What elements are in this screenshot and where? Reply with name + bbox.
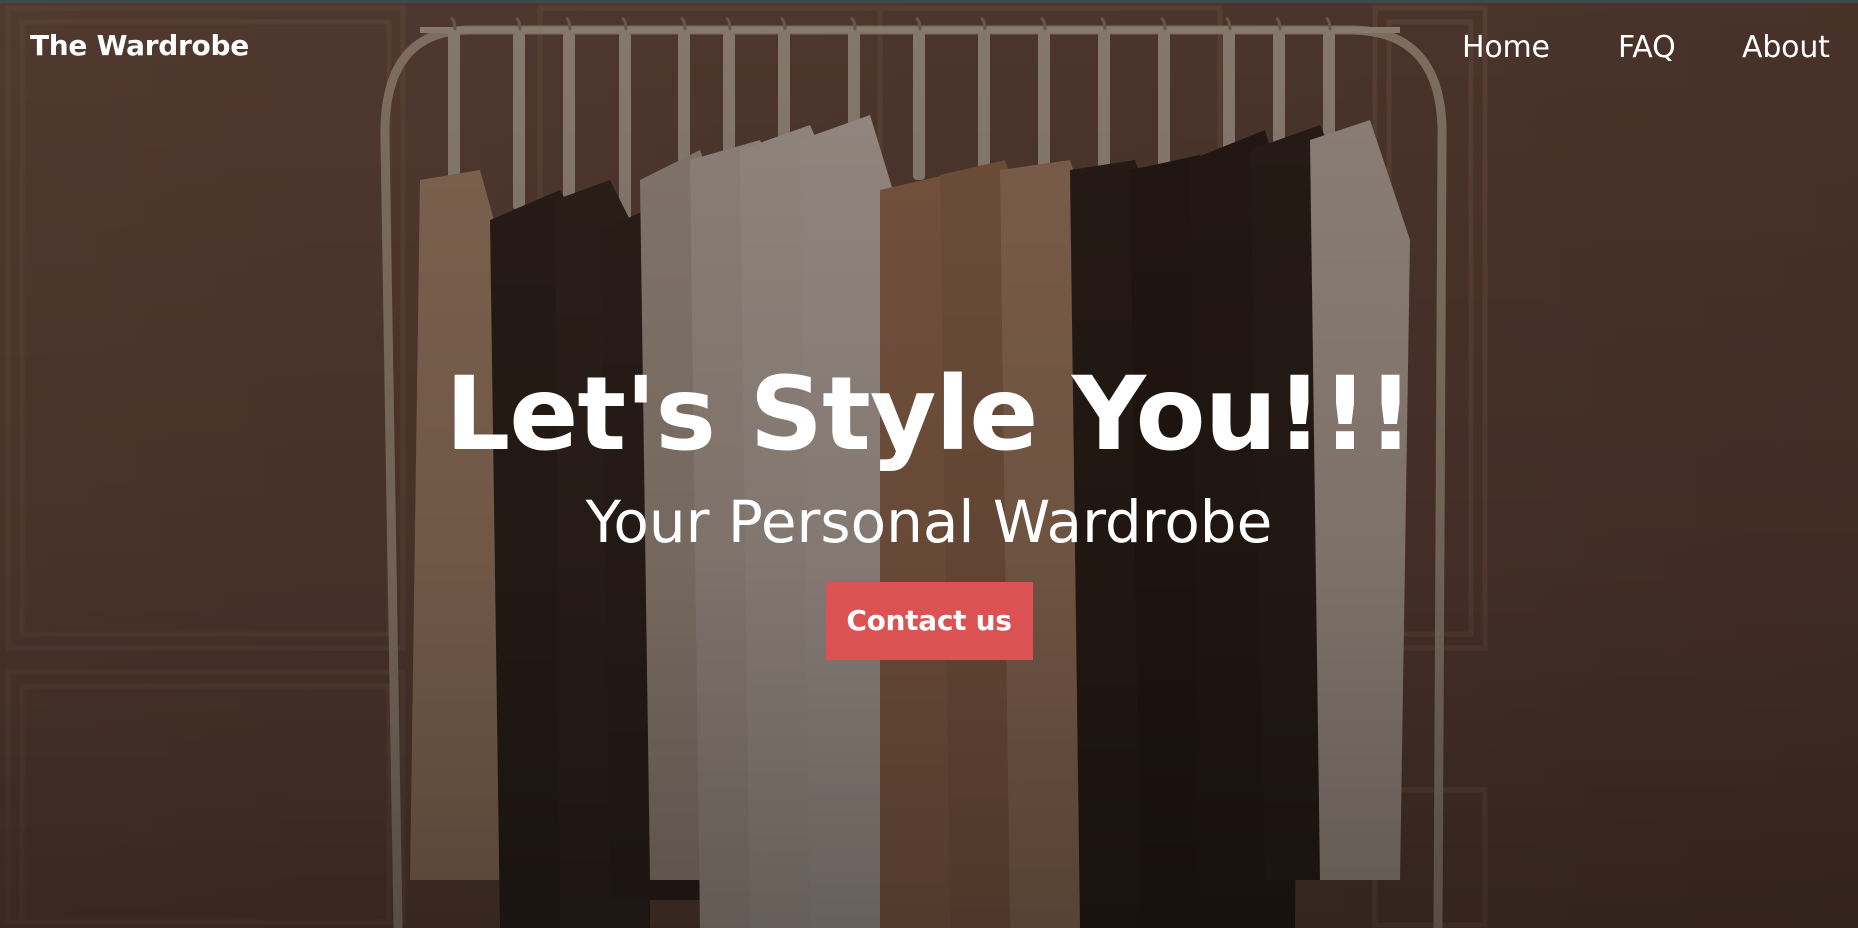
hero-section: Let's Style You!!! Your Personal Wardrob…: [0, 355, 1858, 660]
nav-link-home[interactable]: Home: [1462, 30, 1550, 65]
top-border: [0, 0, 1858, 3]
nav-link-faq[interactable]: FAQ: [1618, 30, 1676, 65]
landing-page: The Wardrobe Home FAQ About Let's Style …: [0, 0, 1858, 928]
contact-us-button[interactable]: Contact us: [825, 582, 1033, 660]
hero-subtitle: Your Personal Wardrobe: [585, 488, 1273, 556]
hero-title: Let's Style You!!!: [445, 355, 1414, 474]
nav-link-about[interactable]: About: [1742, 30, 1830, 65]
brand-logo[interactable]: The Wardrobe: [30, 29, 249, 62]
top-navigation: The Wardrobe Home FAQ About: [0, 0, 1858, 100]
